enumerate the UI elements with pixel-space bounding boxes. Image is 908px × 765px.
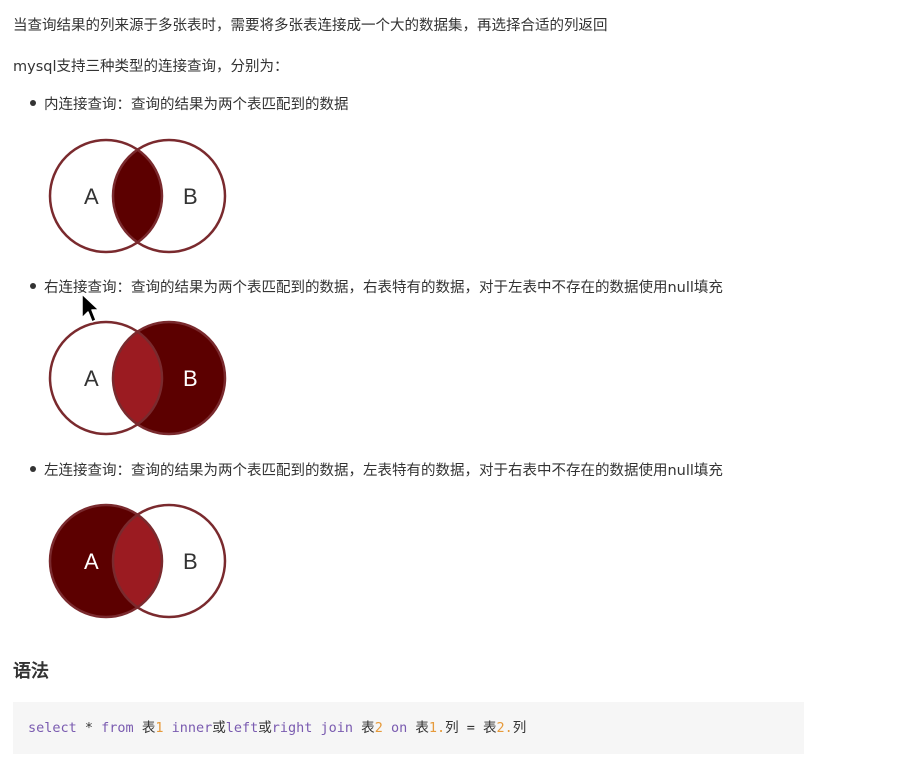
code-cond-column-1: 列 = 表 <box>445 720 497 736</box>
inner-join-item: 内连接查询：查询的结果为两个表匹配到的数据 <box>30 95 349 115</box>
right-join-text: 右连接查询：查询的结果为两个表匹配到的数据，右表特有的数据，对于左表中不存在的数… <box>44 280 723 296</box>
code-cond-table1: 表 <box>407 720 429 736</box>
code-kw-join: join <box>312 720 354 736</box>
left-join-item: 左连接查询：查询的结果为两个表匹配到的数据，左表特有的数据，对于右表中不存在的数… <box>30 461 723 481</box>
code-kw-select: select <box>28 720 77 736</box>
left-join-venn: A B <box>48 503 227 619</box>
code-star: * <box>76 720 102 736</box>
set-a-label: A <box>84 366 99 391</box>
set-b-label: B <box>183 184 198 209</box>
syntax-code-block: select * from 表1 inner或left或right join 表… <box>13 702 804 754</box>
inner-join-venn: A B <box>48 138 227 254</box>
bullet-icon <box>30 466 36 472</box>
right-join-venn: A B <box>48 320 227 436</box>
code-cond-table1-num: 1. <box>428 720 446 736</box>
code-table2-word: 表 <box>353 720 375 736</box>
code-or-2: 或 <box>258 720 272 736</box>
mouse-pointer-icon <box>81 293 100 323</box>
code-kw-inner: inner <box>163 720 213 736</box>
code-kw-from: from <box>101 720 134 736</box>
code-cond-column-2: 列 <box>512 720 527 736</box>
code-table2-num: 2 <box>374 720 383 736</box>
syntax-heading: 语法 <box>13 661 49 682</box>
inner-join-text: 内连接查询：查询的结果为两个表匹配到的数据 <box>44 97 349 113</box>
bullet-icon <box>30 283 36 289</box>
code-cond-table2-num: 2. <box>496 720 513 736</box>
code-table1-word: 表 <box>133 720 156 736</box>
intro-paragraph-1: 当查询结果的列来源于多张表时，需要将多张表连接成一个大的数据集，再选择合适的列返… <box>13 18 608 34</box>
bullet-icon <box>30 100 36 106</box>
set-a-label: A <box>84 184 99 209</box>
intro-paragraph-2: mysql支持三种类型的连接查询，分别为： <box>13 59 289 75</box>
set-a-label: A <box>84 549 99 574</box>
code-kw-right: right <box>271 720 313 736</box>
code-or-1: 或 <box>212 720 226 736</box>
code-kw-on: on <box>382 720 408 736</box>
code-kw-left: left <box>225 720 259 736</box>
left-join-text: 左连接查询：查询的结果为两个表匹配到的数据，左表特有的数据，对于右表中不存在的数… <box>44 463 723 479</box>
right-join-item: 右连接查询：查询的结果为两个表匹配到的数据，右表特有的数据，对于左表中不存在的数… <box>30 278 723 298</box>
set-b-label: B <box>183 549 198 574</box>
set-b-label: B <box>183 366 198 391</box>
